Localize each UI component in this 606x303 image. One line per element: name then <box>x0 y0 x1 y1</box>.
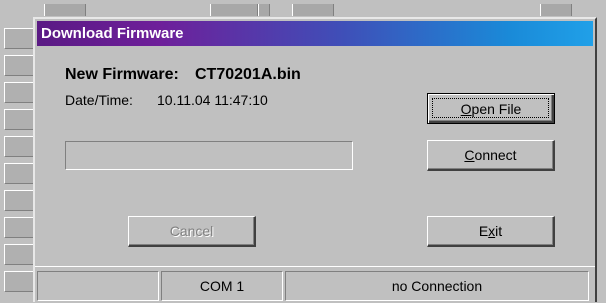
new-firmware-label: New Firmware: <box>65 66 179 83</box>
background-cell <box>4 163 34 184</box>
background-cell <box>4 82 34 103</box>
button-label-prefix: E <box>478 223 489 239</box>
background-cell <box>4 271 34 292</box>
download-progress-bar <box>65 141 353 170</box>
background-cell <box>4 136 34 157</box>
status-bar: COM 1 no Connection <box>35 266 595 303</box>
background-toolbar-segment <box>210 4 258 16</box>
accelerator-key: O <box>460 100 472 117</box>
background-cell <box>4 28 34 49</box>
new-firmware-filename: CT70201A.bin <box>195 66 301 83</box>
status-connection: no Connection <box>285 271 589 301</box>
open-file-button[interactable]: Open File <box>427 93 555 124</box>
background-cell <box>4 109 34 130</box>
background-toolbar-segment <box>44 4 86 16</box>
connect-button[interactable]: Connect <box>427 140 555 171</box>
background-cell <box>4 217 34 238</box>
button-label: Cancel <box>169 223 214 239</box>
button-label-suffix: it <box>495 223 503 239</box>
status-cell-blank <box>37 271 159 301</box>
background-toolbar-segment <box>292 4 334 16</box>
status-port: COM 1 <box>161 271 283 301</box>
background-cell <box>4 55 34 76</box>
datetime-label: Date/Time: <box>65 92 133 108</box>
background-toolbar-segment <box>540 4 572 16</box>
background-window-strip <box>0 0 36 300</box>
dialog-title: Download Firmware <box>41 25 184 42</box>
background-cell <box>4 244 34 265</box>
background-toolbar-segment <box>258 4 270 16</box>
dialog-title-bar[interactable]: Download Firmware <box>37 21 593 46</box>
download-firmware-dialog: Download Firmware New Firmware: CT70201A… <box>33 17 597 303</box>
exit-button[interactable]: Exit <box>427 216 555 247</box>
datetime-value: 10.11.04 11:47:10 <box>157 92 268 108</box>
accelerator-key: C <box>464 147 475 163</box>
cancel-button[interactable]: Cancel <box>128 216 256 247</box>
background-toolbar <box>0 0 606 16</box>
button-label-suffix: pen File <box>471 100 522 117</box>
background-cell <box>4 190 34 211</box>
button-label-suffix: onnect <box>474 147 517 163</box>
